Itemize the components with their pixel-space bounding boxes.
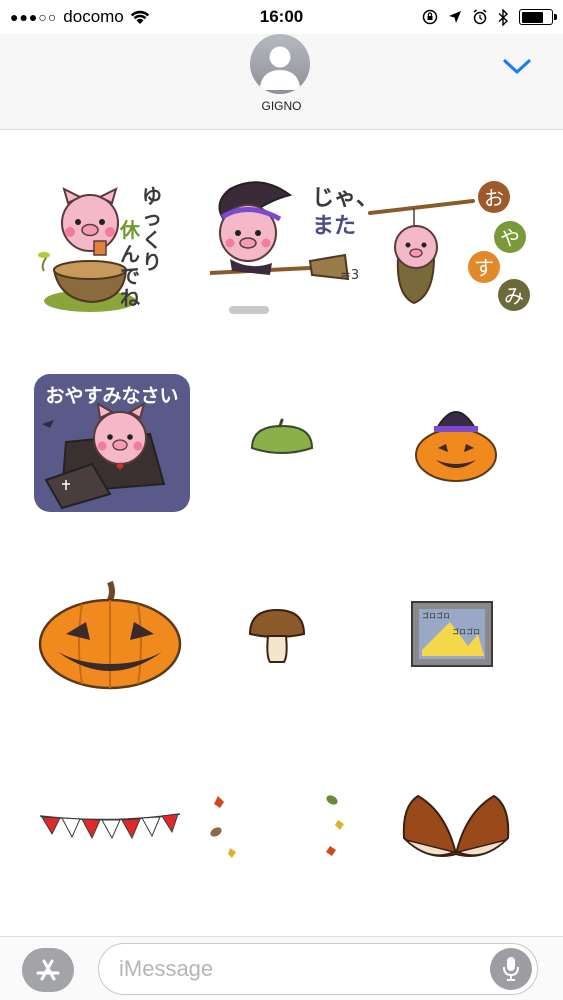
svg-text:ん: ん	[120, 242, 140, 266]
sticker-mushroom[interactable]	[246, 606, 308, 666]
svg-text:み: み	[504, 284, 524, 308]
sticker-grid: ゆ っ く り 休 ん で ね じゃ、 また =3	[0, 140, 563, 930]
sticker-jack-o-lantern[interactable]	[36, 578, 184, 690]
svg-text:ゆ: ゆ	[142, 184, 162, 208]
sticker-autumn-leaves-right[interactable]	[318, 790, 354, 862]
svg-text:お: お	[484, 186, 504, 210]
sticker-pig-on-stump[interactable]: ゆ っ く り 休 ん で ね	[30, 175, 180, 320]
sticker-pig-hanging-branch[interactable]: お や す み	[368, 175, 533, 320]
svg-text:す: す	[474, 256, 494, 280]
app-store-icon	[36, 959, 60, 981]
carrier-name: docomo	[63, 7, 124, 26]
svg-text:休: 休	[119, 218, 141, 242]
svg-text:また: また	[312, 214, 356, 239]
sticker-pumpkin-witch-hat[interactable]	[412, 400, 500, 484]
svg-text:り: り	[142, 250, 162, 274]
svg-text:や: や	[500, 226, 520, 250]
svg-text:じゃ、: じゃ、	[312, 186, 365, 211]
rotation-lock-icon	[422, 9, 438, 25]
svg-text:ね: ね	[120, 286, 140, 310]
chevron-down-icon	[503, 59, 531, 74]
collapse-button[interactable]	[499, 52, 535, 82]
person-silhouette-icon	[260, 46, 300, 90]
sticker-green-beret[interactable]	[248, 418, 316, 462]
signal-strength: ●●●○○	[10, 9, 58, 25]
sticker-pig-coffin[interactable]: おやすみなさい	[32, 372, 192, 514]
svg-text:おやすみなさい: おやすみなさい	[45, 385, 178, 407]
svg-text:ゴロゴロ: ゴロゴロ	[422, 611, 450, 620]
imessage-input[interactable]: iMessage	[98, 943, 538, 995]
contact-avatar[interactable]	[250, 34, 310, 94]
page-indicator	[229, 306, 269, 314]
bluetooth-icon	[498, 8, 509, 26]
app-store-button[interactable]	[22, 948, 74, 992]
message-input-bar: iMessage	[0, 936, 563, 1000]
svg-text:っ: っ	[142, 206, 162, 230]
svg-text:ゴロゴロ: ゴロゴロ	[452, 627, 480, 636]
sticker-pig-witch-broom[interactable]: じゃ、 また =3	[200, 175, 365, 320]
microphone-icon	[503, 957, 519, 981]
svg-text:=3: =3	[340, 268, 359, 283]
svg-text:で: で	[120, 264, 140, 288]
microphone-button[interactable]	[490, 948, 532, 990]
svg-text:く: く	[142, 228, 162, 252]
alarm-icon	[473, 9, 487, 25]
sticker-chestnuts[interactable]	[400, 792, 512, 864]
status-bar: ●●●○○ docomo 16:00	[0, 0, 563, 34]
sticker-autumn-leaves-left[interactable]	[208, 790, 244, 862]
location-icon	[449, 11, 461, 23]
sticker-framed-picture[interactable]: ゴロゴロ ゴロゴロ	[410, 600, 494, 668]
conversation-header: GIGNO	[0, 34, 563, 130]
battery-level	[521, 11, 544, 23]
sticker-bunting-flags[interactable]	[38, 810, 182, 844]
contact-name[interactable]: GIGNO	[0, 99, 563, 113]
battery-icon	[519, 9, 557, 25]
wifi-icon	[130, 10, 149, 24]
